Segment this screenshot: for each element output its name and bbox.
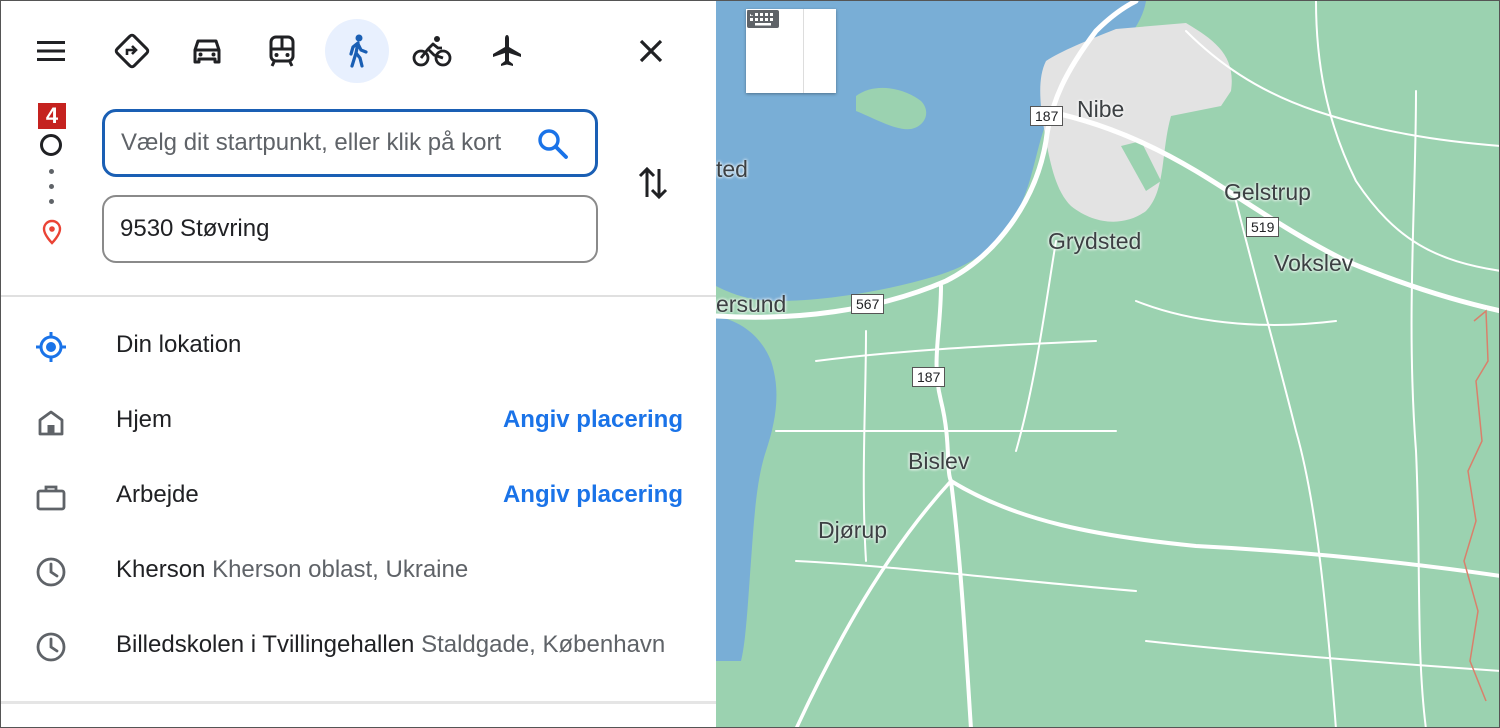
suggestion-my-location[interactable]: Din lokation <box>1 317 716 377</box>
map-label-nibe: Nibe <box>1077 96 1125 122</box>
map-label-vokslev: Vokslev <box>1274 250 1354 276</box>
start-point-field[interactable] <box>102 109 598 177</box>
car-icon[interactable] <box>175 19 239 83</box>
walking-icon[interactable] <box>325 19 389 83</box>
road-shield: 519 <box>1246 217 1280 237</box>
menu-icon[interactable] <box>19 19 83 83</box>
directions-panel: 4 Vælg dit startpunkt, eller klik på kor… <box>1 1 716 727</box>
keyboard-input-control[interactable] <box>746 9 836 93</box>
road-shield: 187 <box>1030 106 1064 126</box>
map-canvas[interactable]: Nibe Gelstrup Grydsted Vokslev Bislev Dj… <box>716 1 1499 727</box>
keyboard-icon[interactable] <box>746 9 805 93</box>
best-route-icon[interactable] <box>100 19 164 83</box>
suggestion-address: Staldgade, København <box>421 631 666 658</box>
suggestion-history-kherson[interactable]: Kherson Kherson oblast, Ukraine <box>1 542 716 602</box>
map-label-partial-ersund: ersund <box>716 291 787 317</box>
close-icon[interactable] <box>619 19 683 83</box>
map-label-grydsted: Grydsted <box>1048 228 1142 254</box>
map-label-djorup: Djørup <box>818 517 888 543</box>
road-shield: 567 <box>851 294 885 314</box>
map-label-partial-ted: ted <box>716 156 748 182</box>
suggestion-name: Kherson <box>116 556 206 583</box>
bicycle-icon[interactable] <box>400 19 464 83</box>
suggestion-address: Kherson oblast, Ukraine <box>212 556 469 583</box>
suggestion-name: Arbejde <box>116 481 199 508</box>
destination-field[interactable] <box>102 195 598 263</box>
transit-icon[interactable] <box>250 19 314 83</box>
mode-count-badge: 4 <box>38 103 66 129</box>
suggestion-work[interactable]: Arbejde Angiv placering <box>1 467 716 527</box>
flight-icon[interactable] <box>475 19 539 83</box>
road-shield: 187 <box>912 367 946 387</box>
suggestion-name: Din lokation <box>116 331 242 358</box>
destination-pin-icon <box>42 219 62 245</box>
suggestion-name: Billedskolen i Tvillingehallen <box>116 631 415 658</box>
screenshot-frame: 4 Vælg dit startpunkt, eller klik på kor… <box>0 0 1500 728</box>
history-clock-icon <box>36 557 66 587</box>
map-label-bislev: Bislev <box>908 448 970 474</box>
start-point-input[interactable] <box>119 128 543 158</box>
suggestion-history-billedskolen[interactable]: Billedskolen i Tvillingehallen Staldgade… <box>1 617 716 677</box>
start-point-icon <box>40 134 62 156</box>
section-divider <box>1 295 716 297</box>
set-work-location-link[interactable]: Angiv placering <box>503 481 683 509</box>
panel-bottom-divider <box>1 701 716 704</box>
work-briefcase-icon <box>36 485 66 511</box>
destination-input[interactable] <box>118 214 542 244</box>
history-clock-icon <box>36 632 66 662</box>
my-location-icon <box>36 332 66 362</box>
search-icon[interactable] <box>535 126 571 162</box>
chevron-down-icon[interactable] <box>747 9 836 93</box>
suggestion-name: Hjem <box>116 406 173 433</box>
set-home-location-link[interactable]: Angiv placering <box>503 406 683 434</box>
map-label-gelstrup: Gelstrup <box>1224 179 1311 205</box>
swap-directions-icon[interactable] <box>633 161 673 205</box>
suggestion-home[interactable]: Hjem Angiv placering <box>1 392 716 452</box>
home-icon <box>38 410 64 436</box>
